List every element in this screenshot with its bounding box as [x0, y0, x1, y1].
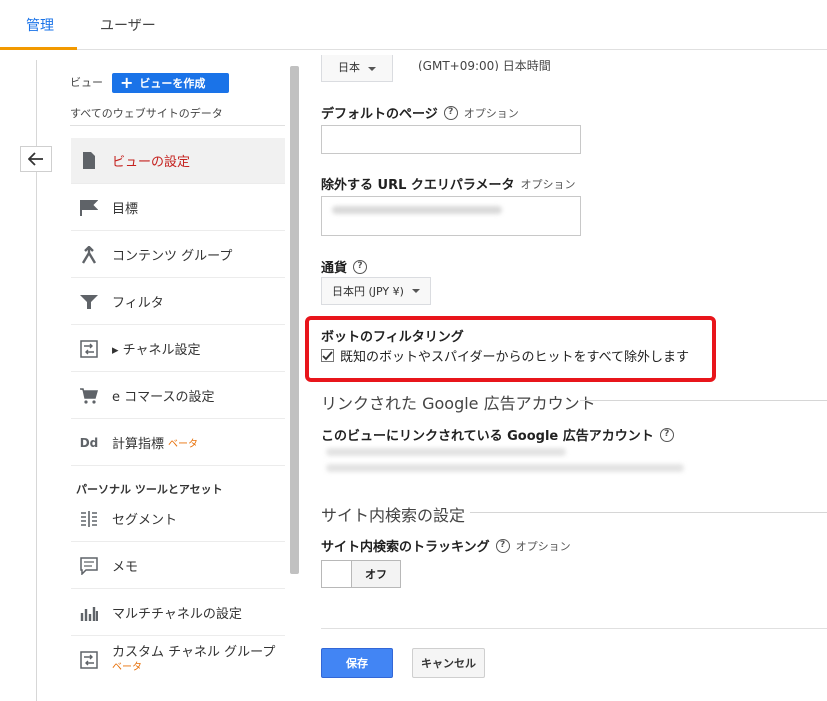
save-button[interactable]: 保存 — [321, 648, 393, 678]
bot-filter-checkbox-label: 既知のボットやスパイダーからのヒットをすべて除外します — [340, 350, 690, 365]
sidebar-item-segments[interactable]: セグメント — [71, 496, 285, 542]
site-search-heading: サイト内検索の設定 — [321, 506, 466, 525]
beta-badge: ベータ — [168, 439, 199, 450]
section-divider — [580, 400, 827, 401]
channel-icon — [79, 650, 99, 670]
linked-ads-heading: リンクされた Google 広告アカウント — [321, 394, 596, 413]
toggle-knob — [322, 561, 352, 587]
optional-label: オプション — [463, 106, 519, 120]
exclude-url-label-text: 除外する URL クエリパラメータ — [321, 178, 515, 193]
sidebar-item-label: ビューの設定 — [112, 155, 191, 170]
sidebar-item-label: カスタム チャネル グループ — [112, 645, 276, 660]
help-icon[interactable]: ? — [353, 259, 368, 274]
help-icon[interactable]: ? — [443, 105, 458, 120]
check-icon — [322, 350, 333, 360]
footer-divider — [321, 628, 827, 629]
top-tab-bar: 管理 ユーザー — [0, 0, 827, 50]
sidebar-item-calculated-metrics[interactable]: Dd 計算指標 ベータ — [71, 420, 285, 466]
timezone-text: (GMT+09:00) 日本時間 — [418, 59, 551, 71]
sidebar-item-label: マルチチャネルの設定 — [112, 607, 242, 622]
bar-chart-icon — [79, 603, 99, 623]
help-icon[interactable]: ? — [659, 427, 674, 442]
arrow-left-icon — [28, 152, 43, 166]
personal-section-title: パーソナル ツールとアセット — [76, 483, 223, 496]
currency-label: 通貨 ? — [321, 257, 368, 276]
help-icon[interactable]: ? — [495, 538, 510, 553]
chevron-down-icon — [367, 67, 376, 71]
sidebar-item-label: e コマースの設定 — [112, 390, 215, 405]
section-divider — [470, 512, 827, 513]
active-tab-indicator — [0, 47, 77, 50]
linked-ads-label: このビューにリンクされている Google 広告アカウント ? — [321, 425, 674, 444]
sidebar-item-multichannel[interactable]: マルチチャネルの設定 — [71, 590, 285, 636]
flag-icon — [79, 198, 99, 218]
sidebar-item-label: メモ — [112, 560, 139, 575]
currency-select[interactable]: 日本円 (JPY ¥) — [321, 277, 431, 305]
country-select[interactable]: 日本 — [321, 55, 393, 82]
sidebar-item-view-settings[interactable]: ビューの設定 — [71, 138, 285, 184]
cancel-button[interactable]: キャンセル — [412, 648, 485, 678]
sidebar-item-annotations[interactable]: メモ — [71, 543, 285, 589]
country-select-value: 日本 — [338, 61, 360, 74]
sidebar-item-custom-channel-grouping[interactable]: カスタム チャネル グループ ベータ — [71, 637, 285, 683]
site-search-label-text: サイト内検索のトラッキング — [321, 540, 490, 555]
site-search-toggle[interactable]: オフ — [321, 560, 401, 588]
sidebar-item-label: セグメント — [112, 513, 178, 528]
default-page-label-text: デフォルトのページ — [321, 107, 438, 122]
beta-badge: ベータ — [112, 662, 142, 673]
default-page-label: デフォルトのページ ? オプション — [321, 103, 519, 122]
dd-icon: Dd — [79, 435, 99, 450]
optional-label: オプション — [515, 539, 571, 553]
sidebar-item-channel-settings[interactable]: ▸ チャネル設定 — [71, 326, 285, 372]
cart-icon — [79, 386, 99, 406]
sidebar-item-label: 計算指標 — [112, 437, 165, 452]
create-view-button[interactable]: + ビューを作成 — [112, 73, 229, 93]
nav-divider — [70, 125, 285, 126]
back-button[interactable] — [20, 146, 52, 172]
optional-label: オプション — [520, 177, 576, 191]
tab-admin[interactable]: 管理 — [26, 0, 54, 50]
default-page-input[interactable] — [321, 125, 581, 154]
segment-icon — [79, 509, 99, 529]
memo-icon — [79, 556, 99, 576]
sidebar-item-label: ▸ チャネル設定 — [112, 343, 201, 358]
redacted-text — [332, 206, 502, 214]
view-description: すべてのウェブサイトのデータ — [70, 107, 223, 120]
sidebar-item-label: フィルタ — [112, 296, 164, 311]
sidebar-item-goals[interactable]: 目標 — [71, 185, 285, 231]
content-group-icon — [79, 245, 99, 265]
sidebar-item-filters[interactable]: フィルタ — [71, 279, 285, 325]
channel-icon — [79, 339, 99, 359]
exclude-url-label: 除外する URL クエリパラメータ オプション — [321, 174, 576, 194]
sidebar-item-label: コンテンツ グループ — [112, 249, 233, 264]
view-label: ビュー — [70, 76, 103, 89]
filter-icon — [79, 292, 99, 312]
document-icon — [79, 151, 99, 171]
linked-ads-label-text: このビューにリンクされている Google 広告アカウント — [321, 429, 654, 444]
site-search-label: サイト内検索のトラッキング ? オプション — [321, 536, 571, 555]
currency-select-value: 日本円 (JPY ¥) — [332, 285, 404, 298]
plus-icon: + — [120, 73, 134, 92]
bot-filter-checkbox[interactable]: 既知のボットやスパイダーからのヒットをすべて除外します — [321, 346, 689, 365]
sidebar-item-label: 目標 — [112, 202, 139, 217]
create-view-label: ビューを作成 — [139, 77, 206, 90]
currency-label-text: 通貨 — [321, 261, 348, 276]
chevron-down-icon — [411, 289, 420, 293]
tab-users[interactable]: ユーザー — [100, 0, 156, 50]
toggle-state: オフ — [352, 561, 400, 587]
checkbox-checked[interactable] — [321, 349, 334, 362]
exclude-url-textarea[interactable] — [321, 196, 581, 236]
bot-filter-title: ボットのフィルタリング — [321, 330, 464, 345]
sidebar-scrollbar[interactable] — [290, 66, 299, 574]
sidebar-item-ecommerce[interactable]: e コマースの設定 — [71, 373, 285, 419]
sidebar-item-content-grouping[interactable]: コンテンツ グループ — [71, 232, 285, 278]
